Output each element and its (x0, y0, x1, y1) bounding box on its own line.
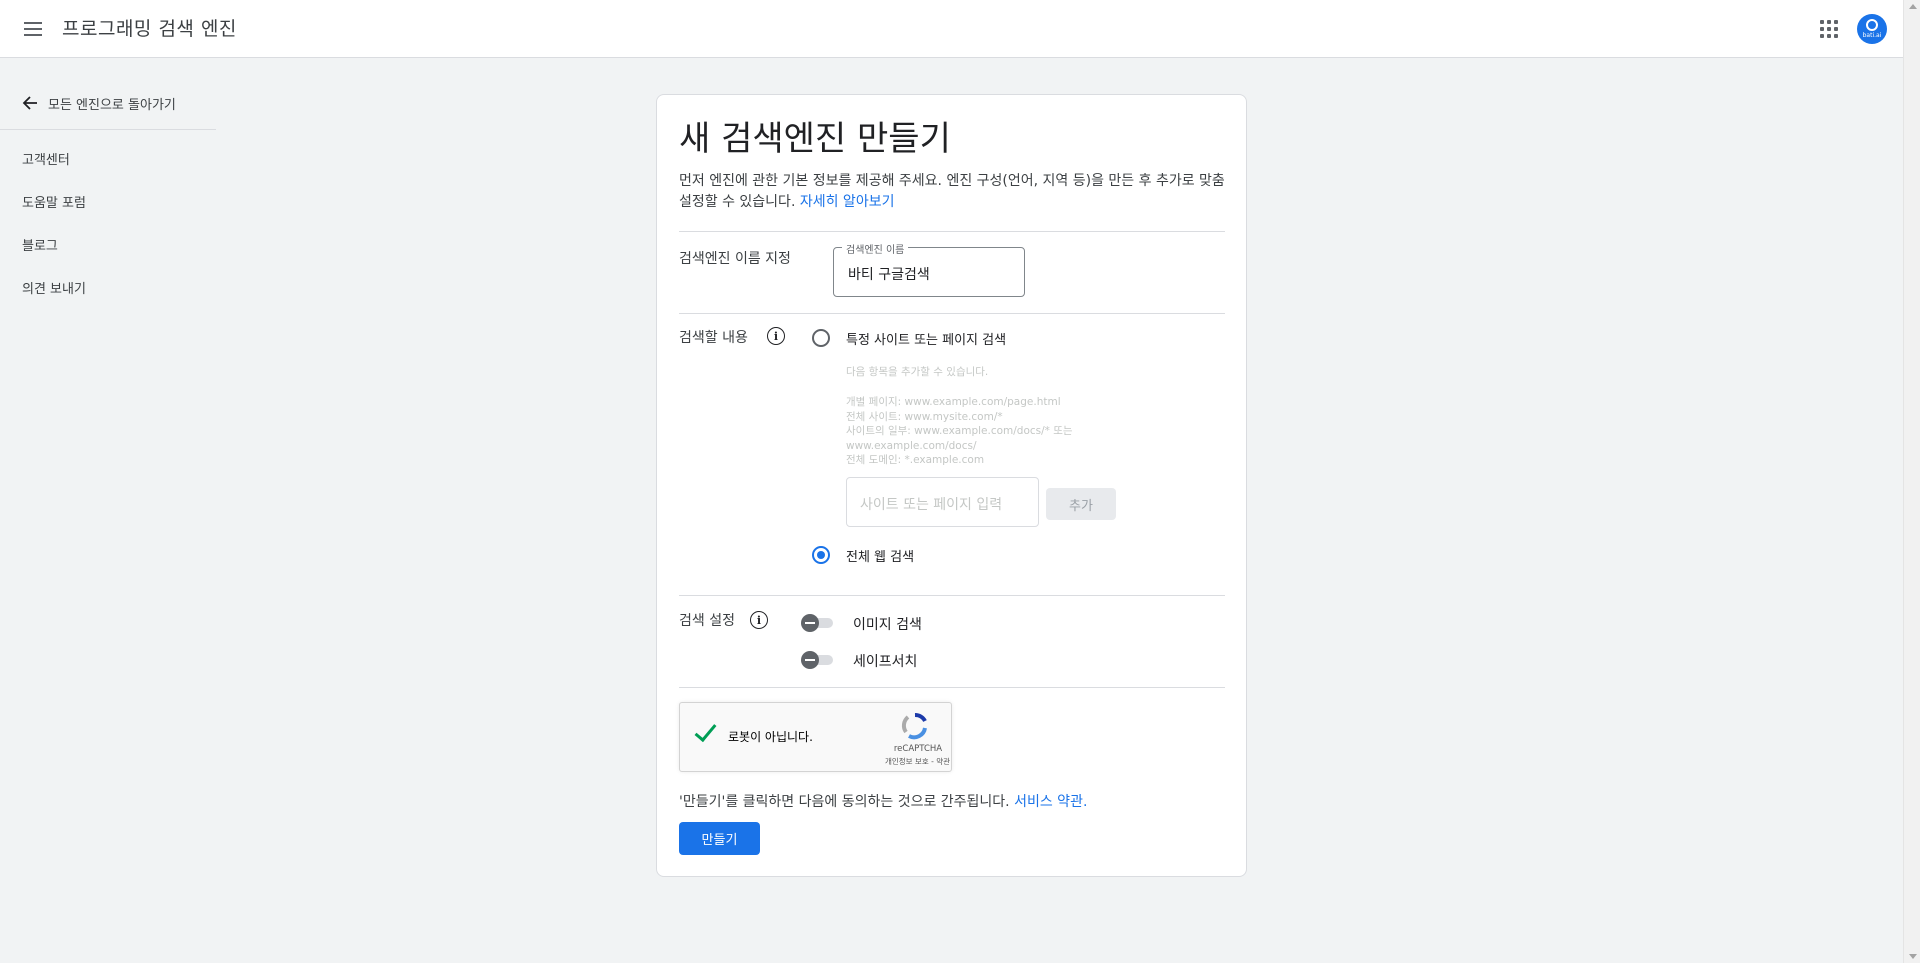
scroll-up-icon[interactable] (1909, 4, 1917, 9)
apps-grid-icon[interactable] (1818, 18, 1840, 40)
terms-of-service-link[interactable]: 서비스 약관 (1014, 794, 1083, 810)
site-hint: 개별 페이지: www.example.com/page.html (846, 396, 1061, 408)
engine-name-field[interactable]: 검색엔진 이름 바티 구글검색 (833, 241, 1025, 297)
create-button[interactable]: 만들기 (679, 822, 760, 855)
engine-name-value: 바티 구글검색 (848, 267, 930, 283)
engine-name-field-label: 검색엔진 이름 (842, 241, 909, 256)
radio-entire-web[interactable] (812, 546, 830, 564)
site-hint: 전체 사이트: www.mysite.com/* (846, 410, 1003, 423)
site-hint: 전체 도메인: *.example.com (846, 454, 985, 466)
hamburger-menu-icon[interactable] (20, 16, 46, 42)
engine-name-label: 검색엔진 이름 지정 (679, 251, 791, 267)
divider (679, 231, 1225, 232)
scroll-down-icon[interactable] (1909, 954, 1917, 959)
safesearch-label: 세이프서치 (853, 654, 918, 670)
add-site-button[interactable]: 추가 (1046, 488, 1116, 520)
back-to-engines-link[interactable]: 모든 엔진으로 돌아가기 (22, 88, 216, 118)
page-scrollbar[interactable] (1903, 0, 1920, 963)
radio-specific-sites-label: 특정 사이트 또는 페이지 검색 (846, 333, 1007, 348)
sidebar-item-help-forum[interactable]: 도움말 포럼 (22, 192, 86, 211)
site-hint-list: 개별 페이지: www.example.com/page.html 전체 사이트… (846, 395, 1073, 468)
divider (679, 313, 1225, 314)
sidebar-item-blog[interactable]: 블로그 (22, 235, 58, 254)
create-engine-card: 새 검색엔진 만들기 먼저 엔진에 관한 기본 정보를 제공해 주세요. 엔진 … (656, 94, 1247, 877)
toggle-knob (801, 614, 819, 632)
site-input[interactable]: 사이트 또는 페이지 입력 (846, 477, 1039, 527)
search-settings-label: 검색 설정 (679, 613, 735, 629)
recaptcha-widget: 로봇이 아닙니다. reCAPTCHA 개인정보 보호 - 약관 (679, 702, 952, 772)
learn-more-link[interactable]: 자세히 알아보기 (800, 194, 895, 210)
site-hint-intro: 다음 항목을 추가할 수 있습니다. (846, 366, 989, 378)
sidebar-item-help-center[interactable]: 고객센터 (22, 149, 70, 168)
recaptcha-logo-icon (901, 713, 927, 740)
divider (679, 687, 1225, 688)
recaptcha-label: 로봇이 아닙니다. (728, 730, 813, 744)
image-search-label: 이미지 검색 (853, 617, 922, 633)
recaptcha-terms[interactable]: 개인정보 보호 - 약관 (858, 756, 950, 767)
divider (679, 595, 1225, 596)
intro-text: 먼저 엔진에 관한 기본 정보를 제공해 주세요. 엔진 구성(언어, 지역 등… (679, 171, 1229, 213)
avatar[interactable]: bati.ai (1857, 14, 1887, 44)
recaptcha-brand: reCAPTCHA (893, 744, 943, 754)
sidebar-divider (0, 129, 216, 130)
consent-text: '만들기'를 클릭하면 다음에 동의하는 것으로 간주됩니다. 서비스 약관. (679, 791, 1087, 811)
sidebar-item-feedback[interactable]: 의견 보내기 (22, 278, 86, 297)
info-icon[interactable]: i (750, 611, 768, 629)
terms-period: . (1082, 794, 1088, 810)
radio-entire-web-label: 전체 웹 검색 (846, 550, 915, 565)
avatar-text: bati.ai (1862, 32, 1882, 39)
arrow-back-icon (22, 96, 37, 110)
search-content-label: 검색할 내용 (679, 330, 748, 346)
app-title: 프로그래밍 검색 엔진 (62, 18, 237, 40)
page-title: 새 검색엔진 만들기 (679, 119, 951, 159)
site-input-placeholder: 사이트 또는 페이지 입력 (860, 497, 1003, 513)
consent-body: '만들기'를 클릭하면 다음에 동의하는 것으로 간주됩니다. (679, 794, 1010, 810)
recaptcha-check-icon[interactable] (692, 720, 718, 746)
avatar-logo-icon (1866, 19, 1878, 31)
back-link-label: 모든 엔진으로 돌아가기 (48, 97, 176, 113)
top-app-bar: 프로그래밍 검색 엔진 bati.ai (0, 0, 1903, 58)
safesearch-toggle[interactable] (801, 650, 835, 670)
info-icon[interactable]: i (767, 327, 785, 345)
toggle-knob (801, 651, 819, 669)
site-hint: 사이트의 일부: www.example.com/docs/* 또는 (846, 425, 1073, 437)
site-hint: www.example.com/docs/ (846, 439, 977, 452)
image-search-toggle[interactable] (801, 613, 835, 633)
radio-specific-sites[interactable] (812, 329, 830, 347)
intro-body: 먼저 엔진에 관한 기본 정보를 제공해 주세요. 엔진 구성(언어, 지역 등… (679, 173, 1225, 210)
